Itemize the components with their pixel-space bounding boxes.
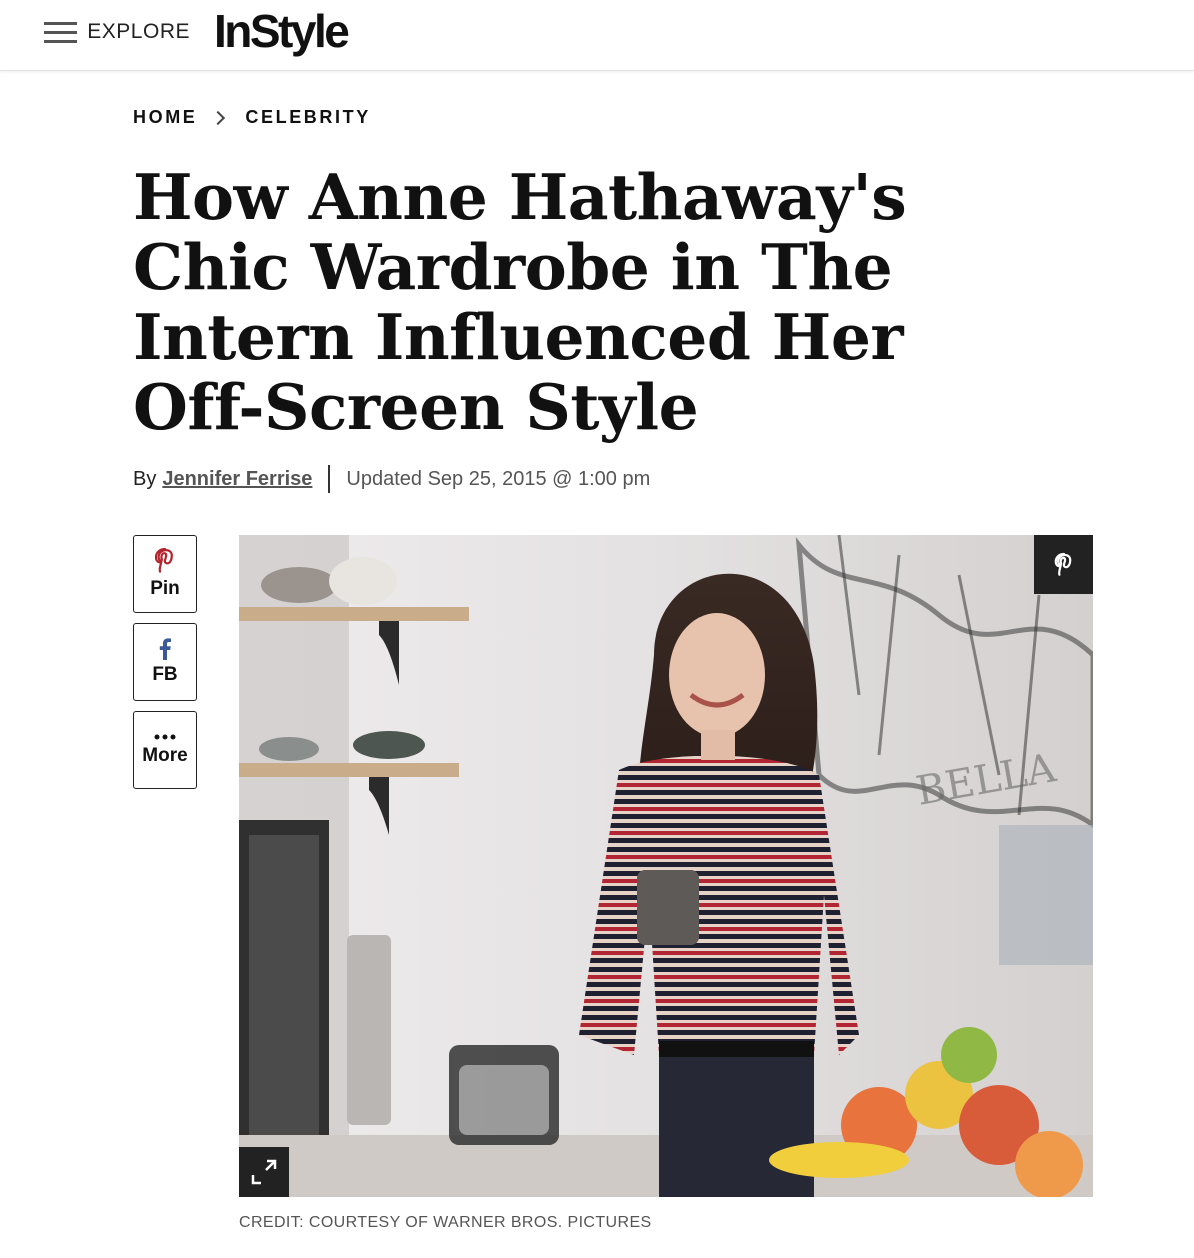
byline-divider — [328, 465, 331, 493]
author-link[interactable]: Jennifer Ferrise — [162, 468, 312, 491]
image-pin-button[interactable] — [1034, 535, 1093, 594]
kitchen-scene-illustration: BELLA — [239, 535, 1093, 1197]
explore-menu-button[interactable]: EXPLORE — [44, 19, 190, 45]
explore-label: EXPLORE — [87, 20, 190, 43]
breadcrumb: HOME CELEBRITY — [133, 107, 371, 128]
facebook-share-button[interactable]: FB — [133, 623, 197, 701]
more-share-button[interactable]: More — [133, 711, 197, 789]
chevron-right-icon — [211, 110, 226, 125]
facebook-icon — [159, 638, 171, 660]
more-dots-icon — [154, 734, 176, 740]
breadcrumb-home-link[interactable]: HOME — [133, 107, 197, 128]
pin-label: Pin — [150, 578, 180, 599]
breadcrumb-celebrity-link[interactable]: CELEBRITY — [245, 107, 370, 128]
expand-icon — [251, 1159, 277, 1185]
byline: By Jennifer Ferrise Updated Sep 25, 2015… — [133, 464, 650, 494]
hamburger-icon[interactable] — [44, 21, 77, 43]
image-credit: CREDIT: COURTESY OF WARNER BROS. PICTURE… — [239, 1214, 652, 1231]
hero-image[interactable]: BELLA — [239, 535, 1093, 1197]
pinterest-share-button[interactable]: Pin — [133, 535, 197, 613]
article-title: How Anne Hathaway's Chic Wardrobe in The… — [133, 160, 907, 444]
more-label: More — [142, 745, 188, 766]
pinterest-icon — [1054, 552, 1071, 576]
updated-date: Updated Sep 25, 2015 @ 1:00 pm — [346, 467, 651, 490]
expand-image-button[interactable] — [239, 1147, 289, 1197]
pinterest-icon — [154, 548, 173, 573]
byline-prefix: By — [133, 467, 157, 490]
site-header: EXPLORE InStyle — [0, 0, 1194, 71]
site-logo[interactable]: InStyle — [214, 4, 350, 57]
fb-label: FB — [152, 664, 178, 685]
